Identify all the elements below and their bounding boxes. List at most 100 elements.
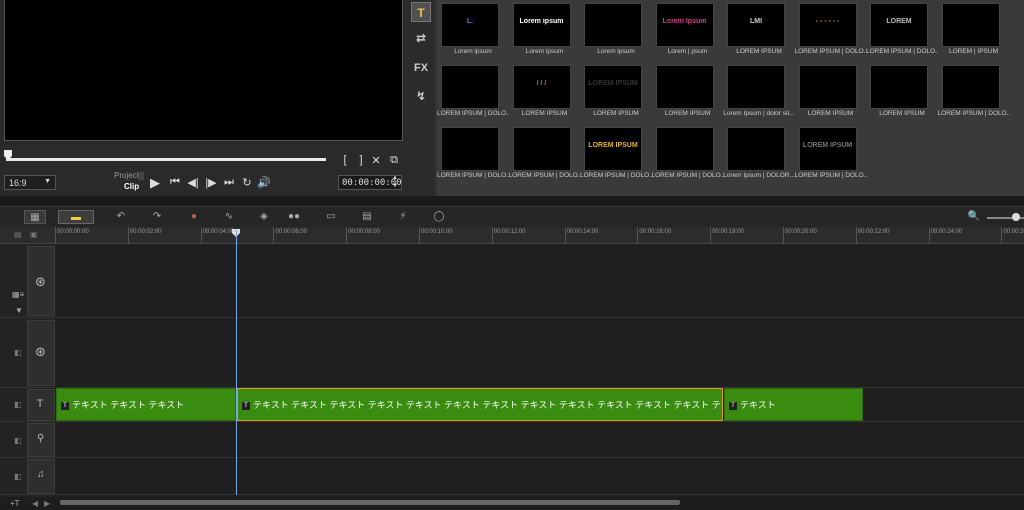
thumb-caption: LOREM IPSUM | DOLO... xyxy=(866,48,938,55)
playhead-line[interactable] xyxy=(236,230,237,495)
title-preset-thumb[interactable]: / / / LOREM IPSUM xyxy=(509,62,581,122)
panel-divider[interactable] xyxy=(0,196,1024,206)
title-preset-thumb[interactable]: LOREM IPSUM xyxy=(866,62,938,122)
thumb-image xyxy=(727,127,785,171)
title-preset-thumb[interactable]: Lorem Ipsum Lorem | psum xyxy=(652,0,724,60)
thumb-image: LOREM IPSUM xyxy=(798,127,857,171)
track-visibility-icon[interactable]: ◧ xyxy=(14,348,22,357)
title-preset-thumb[interactable]: LOREM IPSUM LOREM IPSUM | DOLO... xyxy=(795,124,867,184)
play-icon[interactable]: ▶ xyxy=(148,175,162,191)
thumb-caption: LOREM IPSUM | DOLO... xyxy=(437,110,509,117)
thumb-caption: LOREM IPSUM xyxy=(664,110,711,117)
title-clip-icon: T xyxy=(729,401,737,410)
thumb-caption: LOREM IPSUM | DOLO... xyxy=(437,172,509,179)
thumb-image xyxy=(727,65,785,109)
title-track-icon: ꓔ xyxy=(37,399,44,410)
ruler-tick: 00:00:02:00 xyxy=(127,227,162,244)
mark-out-icon[interactable]: ] xyxy=(356,154,366,166)
redo-icon[interactable]: ↷ xyxy=(148,210,166,224)
timecode-stepper-icon[interactable]: ▲ ▼ xyxy=(390,174,400,190)
title-preset-thumb[interactable]: LOREM IPSUM LOREM IPSUM xyxy=(580,62,652,122)
track-visibility-icon[interactable]: ◧ xyxy=(14,472,22,481)
thumb-caption: LOREM IPSUM | DOLO... xyxy=(937,110,1010,117)
record-capture-icon[interactable]: ● xyxy=(185,210,203,224)
end-icon[interactable]: ⏭ xyxy=(222,176,236,189)
time-remap-icon[interactable]: ⚡ xyxy=(394,210,412,224)
previous-frame-icon[interactable]: ◀| xyxy=(186,176,200,189)
mode-project-label[interactable]: Project xyxy=(114,171,139,180)
motion-tracking-icon[interactable]: ◈ xyxy=(255,210,273,224)
path-tab-icon[interactable]: ↯ xyxy=(411,86,431,106)
music-track-row xyxy=(0,458,1024,495)
multicam-icon[interactable]: ●● xyxy=(285,210,303,224)
title-clip-selected[interactable]: T テキスト テキスト テキスト テキスト テキスト テキスト テキスト テキスト… xyxy=(237,388,723,421)
title-preset-thumb[interactable]: LOREM IPSUM LOREM IPSUM | DOLO... xyxy=(580,124,652,184)
title-preset-thumb[interactable]: Lorem ipsum Lorem ipsum xyxy=(509,0,581,60)
chapter-icon[interactable]: ▣ xyxy=(30,230,38,239)
subtitle-editor-icon[interactable]: ▭ xyxy=(322,210,340,224)
scroll-left-icon[interactable]: ◀ xyxy=(32,499,38,508)
title-preset-thumb[interactable]: L. Lorem ipsum xyxy=(437,0,509,60)
track-visibility-icon[interactable]: ◧ xyxy=(14,436,22,445)
title-tab-icon[interactable]: T xyxy=(411,2,431,22)
library-grid: L. Lorem ipsum Lorem ipsum Lorem ipsum Lorem… xyxy=(437,0,1024,196)
thumb-preview-text: LOREM IPSUM xyxy=(588,80,638,87)
mode-clip-label[interactable]: Clip xyxy=(124,182,139,191)
title-preset-thumb[interactable]: Lorem ipsum xyxy=(580,0,652,60)
ruler-tick: 00:00:00:00 xyxy=(55,227,89,244)
title-preset-thumb[interactable]: Lorem Ipsum | dolor sit... xyxy=(723,62,795,122)
scrub-bar[interactable] xyxy=(6,158,326,161)
title-preset-thumb[interactable]: LOREM IPSUM | DOLO... xyxy=(509,124,581,184)
track-manager-icon[interactable]: ▤ xyxy=(14,230,22,239)
scrollbar-thumb[interactable] xyxy=(60,500,680,505)
add-track-icon[interactable]: +ꓔ xyxy=(10,499,20,508)
track-visibility-icon[interactable]: ◧ xyxy=(14,400,22,409)
repeat-icon[interactable]: ↻ xyxy=(240,176,254,189)
title-preset-thumb[interactable]: LOREM IPSUM xyxy=(652,62,724,122)
title-clip[interactable]: T テキスト テキスト テキスト xyxy=(56,388,236,421)
thumb-caption: Lorem ipsum xyxy=(597,48,635,55)
enlarge-icon[interactable]: ⧉ xyxy=(388,154,400,167)
transition-tab-icon[interactable]: ⇄ xyxy=(411,28,431,48)
lasso-icon[interactable]: ◯ xyxy=(430,210,448,224)
zoom-out-icon[interactable]: 🔍 xyxy=(965,210,983,224)
mode-toggle[interactable] xyxy=(138,172,144,180)
timeline-view-icon[interactable]: ▬ xyxy=(58,210,94,224)
mark-in-icon[interactable]: [ xyxy=(340,154,350,166)
timeline-ruler[interactable]: ▤ ▣ 00:00:00:00 00:00:02:00 00:00:04:00 00:… xyxy=(0,227,1024,244)
title-preset-thumb[interactable]: LOREM IPSUM xyxy=(795,62,867,122)
fx-tab-icon[interactable]: FX xyxy=(411,58,431,78)
title-preset-thumb[interactable]: LOREM IPSUM | DOLO... xyxy=(437,124,509,184)
aspect-ratio-select[interactable]: 16:9 ▼ xyxy=(4,175,56,190)
split-screen-icon[interactable]: ▤ xyxy=(358,210,376,224)
ruler-tick-label: 00:00:00:00 xyxy=(57,229,89,235)
thumb-caption: LOREM | IPSUM xyxy=(948,48,998,55)
thumb-caption: LOREM IPSUM | DOLO... xyxy=(794,48,867,55)
title-preset-thumb[interactable]: Lorem Ipsum | DOLOR... xyxy=(723,124,795,184)
title-clip-label: テキスト xyxy=(740,400,776,410)
cut-icon[interactable]: ✕ xyxy=(371,154,381,167)
chevron-down-icon[interactable]: ▼ xyxy=(15,306,23,315)
title-preset-thumb[interactable]: LOREM IPSUM | DOLO... xyxy=(938,62,1010,122)
thumb-caption: LOREM IPSUM | DOLO... xyxy=(508,172,581,179)
title-clip-icon: T xyxy=(61,401,69,410)
title-preset-thumb[interactable]: LOREM LOREM IPSUM | DOLO... xyxy=(866,0,938,60)
ruler-tick: 00:00:04:00 xyxy=(200,227,234,244)
audio-mixer-icon[interactable]: ∿ xyxy=(220,210,238,224)
title-clip[interactable]: T テキスト xyxy=(724,388,863,421)
title-preset-thumb[interactable]: - - - - - - LOREM IPSUM | DOLO... xyxy=(795,0,867,60)
home-icon[interactable]: ⏮ xyxy=(168,176,182,189)
title-preset-thumb[interactable]: LOREM | IPSUM xyxy=(938,0,1010,60)
storyboard-view-icon[interactable]: ▦ xyxy=(24,210,46,224)
zoom-slider-handle[interactable] xyxy=(1012,213,1020,221)
volume-icon[interactable]: 🔊 xyxy=(257,176,271,189)
title-preset-thumb[interactable]: LMI LOREM IPSUM xyxy=(723,0,795,60)
next-frame-icon[interactable]: |▶ xyxy=(204,176,218,189)
scroll-right-icon[interactable]: ▶ xyxy=(44,499,50,508)
ruler-tick: 00:00:14:00 xyxy=(564,227,598,244)
title-preset-thumb[interactable]: LOREM IPSUM | DOLO... xyxy=(437,62,509,122)
title-preset-thumb[interactable]: LOREM IPSUM | DOLO... xyxy=(652,124,724,184)
thumb-image: LOREM IPSUM xyxy=(584,65,642,109)
undo-icon[interactable]: ↶ xyxy=(112,210,130,224)
track-mode-icon[interactable]: ▦≡ xyxy=(12,290,24,299)
